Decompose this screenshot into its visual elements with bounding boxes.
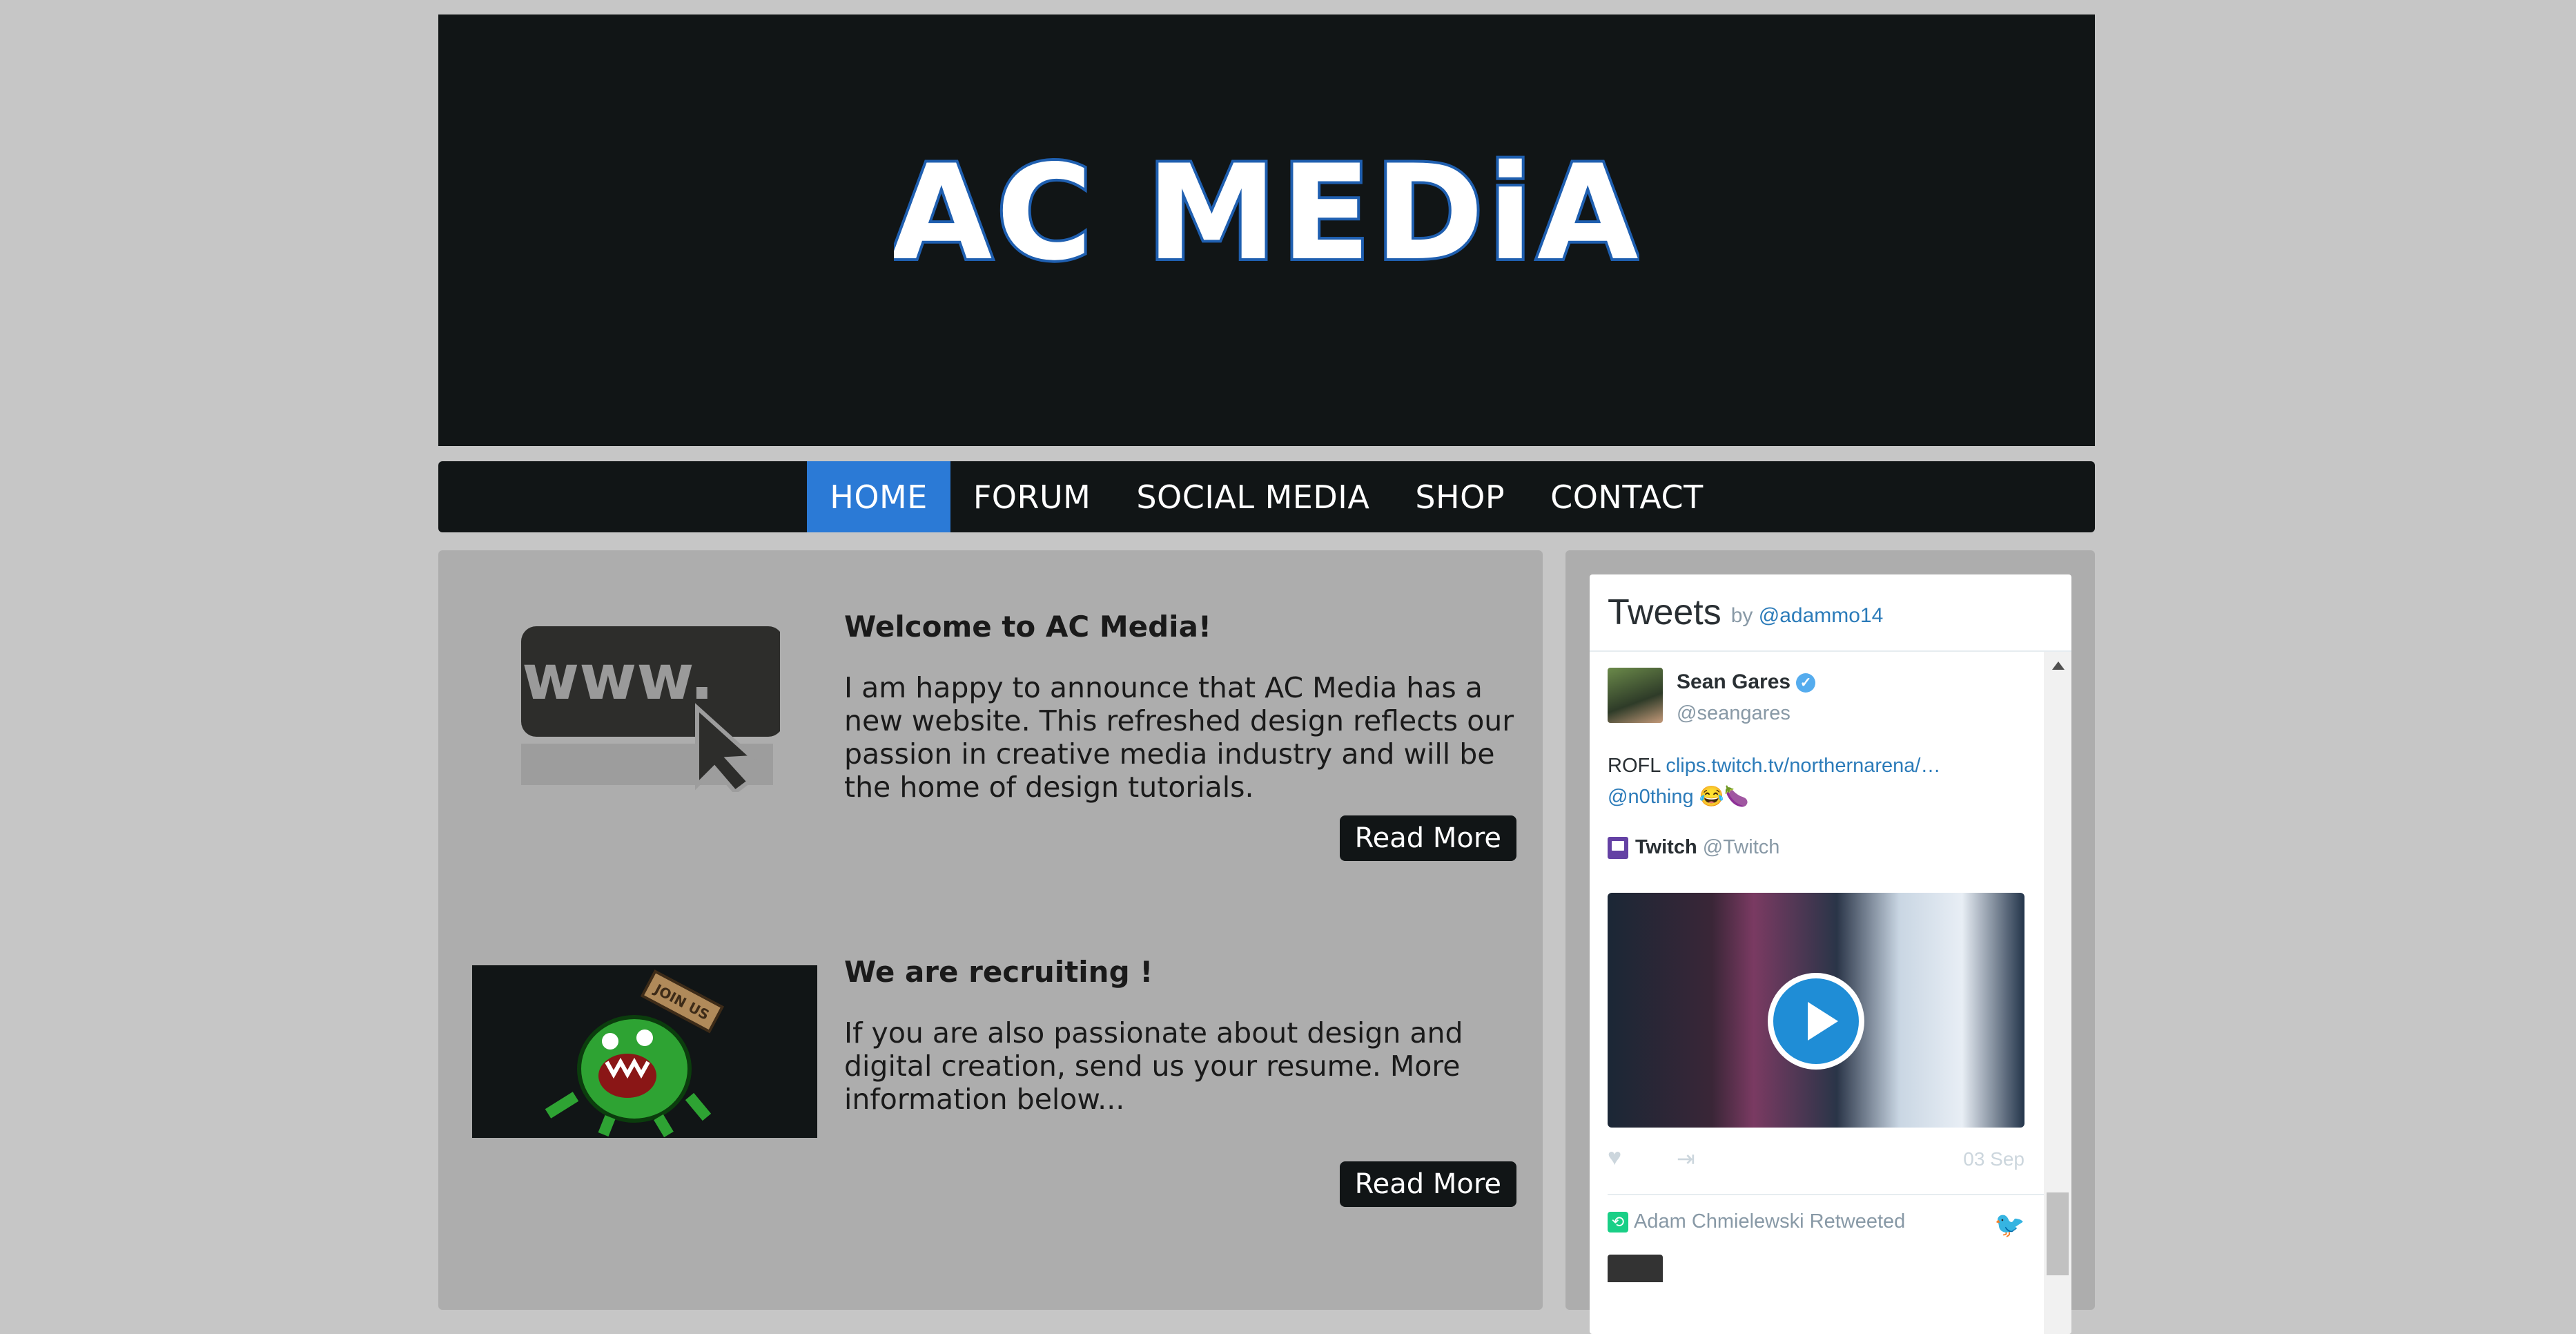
www-thumbnail[interactable]: www.	[514, 626, 783, 795]
tweet-mention[interactable]: @n0thing	[1608, 786, 1694, 808]
heart-icon[interactable]: ♥	[1608, 1144, 1621, 1171]
nav-forum[interactable]: FORUM	[950, 461, 1114, 532]
join-us-thumbnail[interactable]: JOIN US	[472, 965, 817, 1138]
nav-shop[interactable]: SHOP	[1392, 461, 1528, 532]
card-name: Twitch	[1635, 836, 1697, 858]
main-content: www. Welcome to AC Media! I am happy to …	[438, 550, 1543, 1310]
read-more-button[interactable]: Read More	[1339, 815, 1516, 861]
site-banner: AC MEDiA	[438, 14, 2095, 446]
sidebar: Tweets by @adammo14 Sean Gares ✓ @seangar…	[1565, 550, 2095, 1334]
tweet-emojis: 😂🍆	[1699, 786, 1749, 808]
logo-text: AC MEDiA	[894, 141, 1639, 289]
content-row: www. Welcome to AC Media! I am happy to …	[438, 550, 2095, 1334]
tweet-text: ROFL clips.twitch.tv/northernarena/… @n0…	[1608, 751, 2022, 813]
widget-header: Tweets by @adammo14	[1590, 574, 2071, 652]
twitter-timeline-widget: Tweets by @adammo14 Sean Gares ✓ @seangar…	[1590, 574, 2071, 1334]
retweet-text: Adam Chmielewski Retweeted	[1634, 1210, 1906, 1232]
widget-by: by @adammo14	[1731, 604, 1884, 628]
card-handle: @Twitch	[1702, 836, 1780, 858]
main-nav: HOME FORUM SOCIAL MEDIA SHOP CONTACT	[438, 461, 2095, 532]
post-body: If you are also passionate about design …	[844, 1016, 1463, 1116]
nav-contact[interactable]: CONTACT	[1528, 461, 1726, 532]
tweet-text-prefix: ROFL	[1608, 755, 1661, 777]
read-more-button[interactable]: Read More	[1339, 1161, 1516, 1207]
timeline-scrollbar[interactable]	[2044, 652, 2071, 1334]
by-label: by	[1730, 604, 1753, 627]
www-text: www.	[522, 641, 714, 714]
post-title: We are recruiting !	[844, 955, 1153, 989]
retweet-icon: ⟲	[1608, 1212, 1628, 1233]
tweet-date[interactable]: 03 Sep	[1963, 1148, 2024, 1170]
play-icon[interactable]	[1768, 973, 1864, 1070]
share-icon[interactable]: ⇥	[1677, 1146, 1695, 1172]
post-body: I am happy to announce that AC Media has…	[844, 671, 1514, 804]
verified-icon: ✓	[1796, 673, 1816, 693]
scroll-thumb[interactable]	[2047, 1192, 2069, 1275]
nav-home[interactable]: HOME	[807, 461, 950, 532]
account-link[interactable]: @adammo14	[1759, 604, 1884, 627]
twitter-bird-icon[interactable]: 🐦	[1994, 1210, 2025, 1239]
page-wrapper: AC MEDiA HOME FORUM SOCIAL MEDIA SHOP CO…	[438, 14, 2095, 1334]
video-card[interactable]	[1608, 893, 2024, 1128]
tweet-handle[interactable]: @seangares	[1677, 702, 1790, 725]
ac-media-logo[interactable]: AC MEDiA	[894, 141, 1639, 320]
avatar[interactable]	[1608, 668, 1663, 723]
avatar[interactable]	[1608, 1255, 1663, 1282]
retweet-label: ⟲ Adam Chmielewski Retweeted	[1608, 1210, 1905, 1233]
tweet-author[interactable]: Sean Gares ✓	[1677, 670, 1816, 694]
tweet-actions: ♥ ⇥ 03 Sep	[1608, 1144, 2024, 1172]
widget-title: Tweets	[1608, 592, 1721, 632]
nav-social-media[interactable]: SOCIAL MEDIA	[1113, 461, 1392, 532]
divider	[1608, 1194, 2062, 1195]
card-source[interactable]: Twitch @Twitch	[1608, 836, 1780, 860]
scroll-up-icon[interactable]	[2052, 661, 2065, 670]
twitch-icon	[1608, 837, 1628, 860]
tweet-author-name: Sean Gares	[1677, 670, 1791, 693]
post-title: Welcome to AC Media!	[844, 610, 1212, 644]
tweet-link[interactable]: clips.twitch.tv/northernarena/…	[1666, 755, 1940, 777]
